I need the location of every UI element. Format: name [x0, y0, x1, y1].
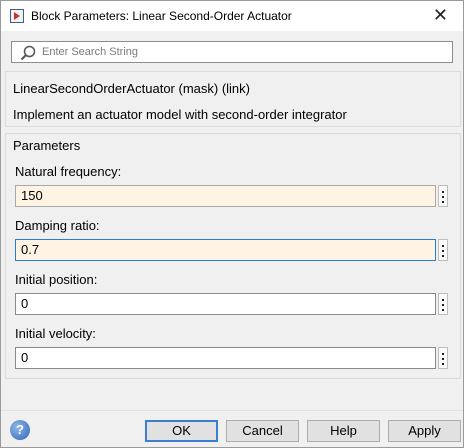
- natural-frequency-field[interactable]: 150: [15, 185, 436, 207]
- block-parameters-dialog: Block Parameters: Linear Second-Order Ac…: [0, 0, 464, 448]
- search-box[interactable]: [11, 41, 453, 63]
- initial-velocity-label: Initial velocity:: [15, 326, 96, 341]
- initial-position-field[interactable]: 0: [15, 293, 436, 315]
- cancel-button[interactable]: Cancel: [226, 420, 299, 442]
- help-question-icon[interactable]: ?: [10, 420, 30, 440]
- close-icon[interactable]: ✕: [433, 5, 448, 26]
- mask-type-title: LinearSecondOrderActuator (mask) (link): [13, 81, 250, 96]
- parameters-title: Parameters: [13, 138, 81, 153]
- damping-ratio-menu-icon[interactable]: [438, 239, 448, 261]
- ok-button[interactable]: OK: [145, 420, 218, 442]
- initial-position-menu-icon[interactable]: [438, 293, 448, 315]
- natural-frequency-menu-icon[interactable]: [438, 185, 448, 207]
- footer-divider: [1, 410, 463, 411]
- damping-ratio-label: Damping ratio:: [15, 218, 100, 233]
- damping-ratio-field[interactable]: 0.7: [15, 239, 436, 261]
- apply-button[interactable]: Apply: [388, 420, 461, 442]
- initial-velocity-field[interactable]: 0: [15, 347, 436, 369]
- search-icon: [20, 45, 36, 61]
- window-title: Block Parameters: Linear Second-Order Ac…: [31, 9, 292, 23]
- block-parameters-icon: [10, 9, 24, 23]
- help-button[interactable]: Help: [307, 420, 380, 442]
- initial-position-label: Initial position:: [15, 272, 98, 287]
- search-input[interactable]: [42, 44, 442, 60]
- initial-velocity-menu-icon[interactable]: [438, 347, 448, 369]
- title-bar[interactable]: Block Parameters: Linear Second-Order Ac…: [1, 1, 463, 31]
- natural-frequency-label: Natural frequency:: [15, 164, 122, 179]
- mask-description: Implement an actuator model with second-…: [13, 107, 347, 122]
